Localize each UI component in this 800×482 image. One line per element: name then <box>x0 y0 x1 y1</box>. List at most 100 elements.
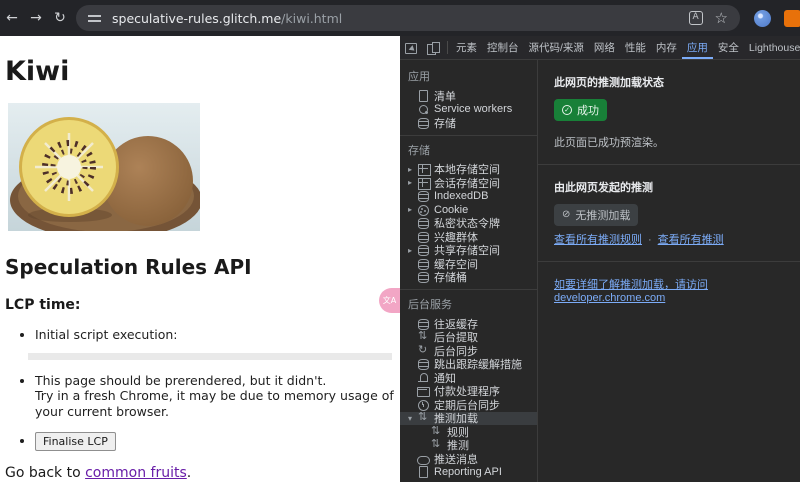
speculations-heading: 由此网页发起的推测 <box>554 182 653 194</box>
forward-icon[interactable]: → <box>24 10 48 26</box>
translate-page-badge[interactable]: 文A <box>379 288 400 313</box>
browser-toolbar: ← → ↻ speculative-rules.glitch.me/kiwi.h… <box>0 0 800 36</box>
list-item: This page should be prerendered, but it … <box>35 373 395 420</box>
devtools-panel: 元素 控制台 源代码/来源 网络 性能 内存 应用 安全 Lighthouse 应用清单 Serv… <box>400 36 800 482</box>
sidebar-item[interactable]: 存储桶 <box>400 271 537 285</box>
lcp-list: Initial script execution: <box>35 327 395 343</box>
expander-icon[interactable]: ▸ <box>408 246 417 255</box>
updown-icon <box>430 425 442 438</box>
web-page: Kiwi Speculation Rules API LCP time: • I… <box>0 36 400 482</box>
view-all-rules-link[interactable]: 查看所有推测规则 <box>554 234 642 246</box>
sidebar-item[interactable]: 清单 <box>400 89 537 103</box>
finalise-lcp-button[interactable]: Finalise LCP <box>35 432 116 451</box>
sync-icon <box>417 344 429 357</box>
device-toolbar-icon[interactable] <box>422 36 444 59</box>
gear-icon <box>417 103 429 115</box>
clock-icon <box>417 399 429 411</box>
updown-icon <box>417 411 429 424</box>
devtools-tab-lighthouse[interactable]: Lighthouse <box>744 36 800 59</box>
sidebar-item-label: 会话存储空间 <box>434 177 500 190</box>
db-icon <box>417 231 429 243</box>
db-icon <box>417 358 429 371</box>
url-text[interactable]: speculative-rules.glitch.me/kiwi.html <box>112 11 677 26</box>
updown-icon <box>430 438 442 451</box>
devtools-tab-network[interactable]: 网络 <box>589 36 620 59</box>
db-icon <box>417 117 429 129</box>
table-icon <box>417 163 431 177</box>
address-bar[interactable]: speculative-rules.glitch.me/kiwi.html A … <box>76 5 740 31</box>
sidebar-item-label: Service workers <box>434 103 513 116</box>
devtools-tabs: 元素 控制台 源代码/来源 网络 性能 内存 应用 安全 Lighthouse <box>451 36 800 59</box>
doc-icon <box>417 466 429 479</box>
common-fruits-link[interactable]: common fruits <box>85 465 187 481</box>
section-heading: Speculation Rules API <box>5 255 252 279</box>
devtools-tabbar: 元素 控制台 源代码/来源 网络 性能 内存 应用 安全 Lighthouse <box>400 36 800 60</box>
url-path: /kiwi.html <box>281 10 343 26</box>
devtools-tab-application[interactable]: 应用 <box>682 36 713 59</box>
url-domain: speculative-rules.glitch.me <box>112 10 282 26</box>
devtools-tab-memory[interactable]: 内存 <box>651 36 682 59</box>
cookie-icon <box>417 204 429 216</box>
site-settings-icon[interactable] <box>88 11 102 25</box>
notes-list: This page should be prerendered, but it … <box>35 373 395 451</box>
sidebar-item-label: 推送消息 <box>434 453 478 466</box>
devtools-tab-security[interactable]: 安全 <box>713 36 744 59</box>
sidebar-section-header: 存储 <box>408 144 430 157</box>
status-badge: ✓ 成功 <box>554 99 607 121</box>
speculation-links: 查看所有推测规则 · 查看所有推测 <box>554 231 784 247</box>
card-icon <box>417 385 430 398</box>
sidebar-item[interactable]: 推送消息 <box>400 452 537 466</box>
db-icon <box>417 244 429 257</box>
devtools-main-panel: 此网页的推测加载状态 ✓ 成功 此页面已成功预渲染。 由此网页发起的推测 ⊘ 无… <box>538 60 800 482</box>
list-item: Initial script execution: <box>35 327 395 343</box>
devtools-tab-console[interactable]: 控制台 <box>482 36 524 59</box>
db-icon <box>417 318 429 330</box>
learn-more-link[interactable]: 如要详细了解推测加载，请访问 developer.chrome.com <box>554 279 708 304</box>
lcp-progress-bar <box>28 352 392 360</box>
doc-icon <box>417 89 429 102</box>
divider <box>447 41 448 54</box>
sidebar-item[interactable]: Service workers <box>400 103 537 117</box>
sidebar-item-label: Reporting API <box>434 466 502 479</box>
sidebar-item-label: 存储 <box>434 117 456 130</box>
devtools-tab-elements[interactable]: 元素 <box>451 36 482 59</box>
devtools-tab-performance[interactable]: 性能 <box>620 36 651 59</box>
divider <box>538 261 800 262</box>
sidebar-item[interactable]: IndexedDB <box>400 190 537 204</box>
expander-icon[interactable]: ▾ <box>408 414 417 423</box>
expander-icon[interactable]: ▸ <box>408 178 417 187</box>
bookmark-star-icon[interactable]: ☆ <box>715 10 728 26</box>
sidebar-item[interactable]: Reporting API <box>400 466 537 480</box>
reload-icon[interactable]: ↻ <box>48 10 72 26</box>
sidebar-item-label: 清单 <box>434 90 456 103</box>
sidebar-item[interactable]: 缓存空间 <box>400 257 537 271</box>
updown-icon <box>417 330 429 343</box>
db-icon <box>417 190 429 203</box>
table-icon <box>417 177 431 190</box>
sidebar-section-header: 后台服务 <box>408 299 452 311</box>
translate-icon[interactable]: A <box>688 11 703 25</box>
blocked-icon: ⊘ <box>562 209 571 220</box>
browser-window: ← → ↻ speculative-rules.glitch.me/kiwi.h… <box>0 0 800 482</box>
sidebar-item-label: IndexedDB <box>434 190 489 203</box>
back-icon[interactable]: ← <box>0 10 24 26</box>
expander-icon[interactable]: ▸ <box>408 165 417 174</box>
inspect-element-icon[interactable] <box>400 36 422 59</box>
sidebar-item[interactable]: 跳出跟踪缓解措施 <box>400 358 537 371</box>
view-all-speculations-link[interactable]: 查看所有推测 <box>658 234 724 246</box>
expander-icon[interactable]: ▸ <box>408 205 417 214</box>
no-speculations-badge: ⊘ 无推测加载 <box>554 204 639 226</box>
sidebar-item[interactable]: 存储 <box>400 116 537 130</box>
status-heading: 此网页的推测加载状态 <box>554 77 664 89</box>
db-icon <box>417 271 429 284</box>
dot-separator: · <box>648 234 652 246</box>
devtools-tab-sources[interactable]: 源代码/来源 <box>524 36 589 59</box>
extension-icon[interactable] <box>754 9 771 27</box>
bell-icon <box>417 372 429 384</box>
devtools-body: 应用 清单 Service workers 存储 存储 ▸ 本地存储空间 ▸ 会话存储空间 Ind… <box>400 60 800 482</box>
kiwi-image <box>8 103 200 231</box>
sidebar-item-label: 存储桶 <box>434 272 467 285</box>
sidebar-item[interactable]: ▸ 会话存储空间 <box>400 176 537 190</box>
extension-icon-orange[interactable] <box>784 9 800 27</box>
db-icon <box>417 217 429 230</box>
